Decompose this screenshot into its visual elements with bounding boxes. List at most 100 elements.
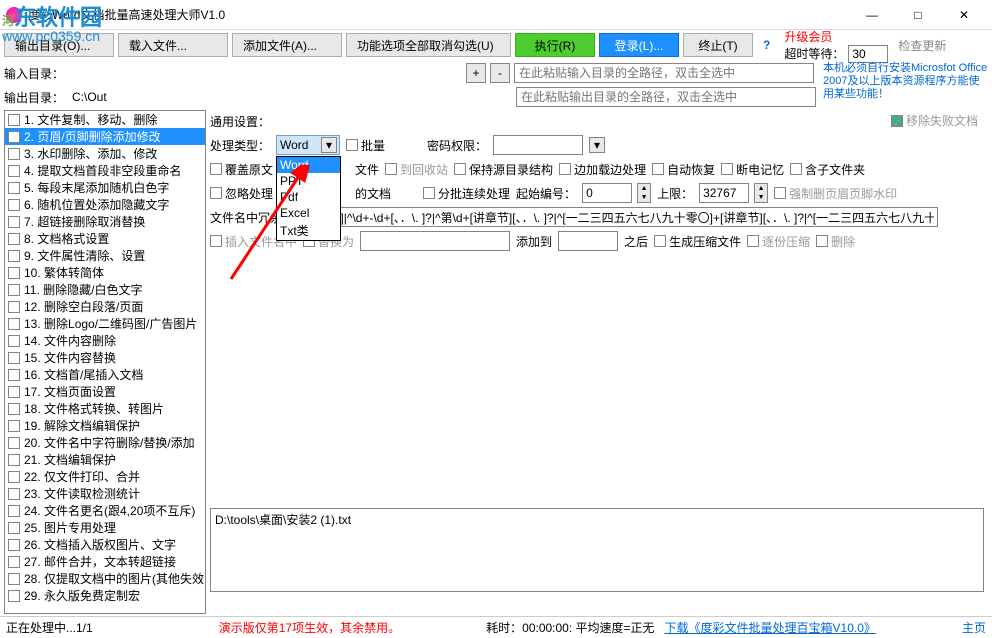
- sidebar-item-28[interactable]: 28. 仅提取文档中的图片(其他失效: [5, 570, 205, 587]
- home-link[interactable]: 主页: [962, 619, 986, 636]
- subfolder-checkbox[interactable]: 含子文件夹: [790, 161, 865, 178]
- close-button[interactable]: ✕: [942, 1, 986, 29]
- sidebar-item-1[interactable]: 1. 文件复制、移动、删除: [5, 111, 205, 128]
- load-file-button[interactable]: 载入文件...: [118, 33, 228, 57]
- checkbox-icon[interactable]: [8, 386, 20, 398]
- checkbox-icon[interactable]: [8, 284, 20, 296]
- checkbox-icon[interactable]: [8, 216, 20, 228]
- upper-spinner[interactable]: ▲▼: [754, 183, 768, 203]
- sidebar-item-18[interactable]: 18. 文件格式转换、转图片: [5, 400, 205, 417]
- chevron-down-icon[interactable]: ▾: [321, 137, 337, 153]
- gen-zip-checkbox[interactable]: 生成压缩文件: [654, 233, 741, 250]
- break-memory-checkbox[interactable]: 断电记忆: [721, 161, 784, 178]
- edge-process-checkbox[interactable]: 边加载边处理: [559, 161, 646, 178]
- checkbox-icon[interactable]: [8, 522, 20, 534]
- dropdown-item-word[interactable]: Word: [277, 157, 340, 173]
- checkbox-icon[interactable]: [8, 352, 20, 364]
- batch-checkbox[interactable]: 批量: [346, 137, 385, 154]
- sidebar-item-16[interactable]: 16. 文档首/尾插入文档: [5, 366, 205, 383]
- cancel-all-options-button[interactable]: 功能选项全部取消勾选(U): [346, 33, 511, 57]
- filename-pattern-input[interactable]: [288, 207, 938, 227]
- checkbox-icon[interactable]: [8, 114, 20, 126]
- add-dir-button[interactable]: +: [466, 63, 486, 83]
- sidebar-item-5[interactable]: 5. 每段末尾添加随机白色字: [5, 179, 205, 196]
- sidebar-item-22[interactable]: 22. 仅文件打印、合并: [5, 468, 205, 485]
- dropdown-item-excel[interactable]: Excel: [277, 205, 340, 221]
- checkbox-icon[interactable]: [8, 233, 20, 245]
- chevron-down-icon[interactable]: ▾: [589, 137, 605, 153]
- help-icon[interactable]: ?: [763, 38, 770, 52]
- checkbox-icon[interactable]: [8, 471, 20, 483]
- checkbox-icon[interactable]: [8, 131, 20, 143]
- checkbox-icon[interactable]: [8, 369, 20, 381]
- sidebar-item-25[interactable]: 25. 图片专用处理: [5, 519, 205, 536]
- password-perm-input[interactable]: [493, 135, 583, 155]
- dropdown-item-txt类[interactable]: Txt类: [277, 221, 340, 240]
- process-type-combo[interactable]: Word ▾ WordPPTPdfExcelTxt类: [276, 135, 340, 155]
- input-dir-paste[interactable]: [514, 63, 814, 83]
- check-update-link[interactable]: 检查更新: [898, 37, 946, 54]
- sidebar-item-15[interactable]: 15. 文件内容替换: [5, 349, 205, 366]
- minimize-button[interactable]: —: [850, 1, 894, 29]
- function-list[interactable]: 1. 文件复制、移动、删除2. 页眉/页脚删除添加修改3. 水印删除、添加、修改…: [4, 110, 206, 614]
- output-dir-paste[interactable]: [516, 87, 816, 107]
- checkbox-icon[interactable]: [8, 403, 20, 415]
- sidebar-item-13[interactable]: 13. 删除Logo/二维码图/广告图片: [5, 315, 205, 332]
- maximize-button[interactable]: □: [896, 1, 940, 29]
- overwrite-checkbox[interactable]: 覆盖原文: [210, 161, 273, 178]
- checkbox-icon[interactable]: [8, 199, 20, 211]
- sidebar-item-8[interactable]: 8. 文档格式设置: [5, 230, 205, 247]
- login-button[interactable]: 登录(L)...: [599, 33, 679, 57]
- file-list[interactable]: D:\tools\桌面\安装2 (1).txt: [210, 508, 984, 592]
- checkbox-icon[interactable]: [8, 454, 20, 466]
- split-process-checkbox[interactable]: 分批连续处理: [423, 185, 510, 202]
- checkbox-icon[interactable]: [8, 165, 20, 177]
- sidebar-item-26[interactable]: 26. 文档插入版权图片、文字: [5, 536, 205, 553]
- start-num-input[interactable]: [582, 183, 632, 203]
- upper-input[interactable]: [699, 183, 749, 203]
- checkbox-icon[interactable]: [8, 420, 20, 432]
- sidebar-item-21[interactable]: 21. 文档编辑保护: [5, 451, 205, 468]
- add-file-button[interactable]: 添加文件(A)...: [232, 33, 342, 57]
- add-to-input[interactable]: [558, 231, 618, 251]
- process-type-dropdown[interactable]: WordPPTPdfExcelTxt类: [276, 156, 341, 241]
- checkbox-icon[interactable]: [8, 182, 20, 194]
- sidebar-item-11[interactable]: 11. 删除隐藏/白色文字: [5, 281, 205, 298]
- checkbox-icon[interactable]: [8, 267, 20, 279]
- sidebar-item-23[interactable]: 23. 文件读取检测统计: [5, 485, 205, 502]
- dropdown-item-pdf[interactable]: Pdf: [277, 189, 340, 205]
- sidebar-item-2[interactable]: 2. 页眉/页脚删除添加修改: [5, 128, 205, 145]
- sidebar-item-17[interactable]: 17. 文档页面设置: [5, 383, 205, 400]
- checkbox-icon[interactable]: [8, 573, 20, 585]
- sidebar-item-6[interactable]: 6. 随机位置处添加隐藏文字: [5, 196, 205, 213]
- sidebar-item-4[interactable]: 4. 提取文档首段非空段重命名: [5, 162, 205, 179]
- remove-dir-button[interactable]: -: [490, 63, 510, 83]
- download-link[interactable]: 下载《度彩文件批量处理百宝箱V10.0》: [665, 619, 876, 636]
- checkbox-icon[interactable]: [8, 335, 20, 347]
- checkbox-icon[interactable]: [8, 556, 20, 568]
- start-num-spinner[interactable]: ▲▼: [637, 183, 651, 203]
- checkbox-icon[interactable]: [8, 437, 20, 449]
- sidebar-item-3[interactable]: 3. 水印删除、添加、修改: [5, 145, 205, 162]
- checkbox-icon[interactable]: [8, 250, 20, 262]
- dropdown-item-ppt[interactable]: PPT: [277, 173, 340, 189]
- stop-button[interactable]: 终止(T): [683, 33, 753, 57]
- output-dir-button[interactable]: 输出目录(O)...: [4, 33, 114, 57]
- sidebar-item-20[interactable]: 20. 文件名中字符删除/替换/添加: [5, 434, 205, 451]
- sidebar-item-7[interactable]: 7. 超链接删除取消替换: [5, 213, 205, 230]
- keep-structure-checkbox[interactable]: 保持源目录结构: [454, 161, 553, 178]
- upgrade-link[interactable]: 升级会员: [784, 28, 888, 45]
- auto-recover-checkbox[interactable]: 自动恢复: [652, 161, 715, 178]
- checkbox-icon[interactable]: [8, 590, 20, 602]
- checkbox-icon[interactable]: [8, 148, 20, 160]
- sidebar-item-9[interactable]: 9. 文件属性清除、设置: [5, 247, 205, 264]
- file-list-item[interactable]: D:\tools\桌面\安装2 (1).txt: [215, 511, 979, 528]
- sidebar-item-10[interactable]: 10. 繁体转简体: [5, 264, 205, 281]
- checkbox-icon[interactable]: [8, 488, 20, 500]
- timeout-input[interactable]: [848, 45, 888, 63]
- sidebar-item-14[interactable]: 14. 文件内容删除: [5, 332, 205, 349]
- checkbox-icon[interactable]: [8, 318, 20, 330]
- sidebar-item-27[interactable]: 27. 邮件合并，文本转超链接: [5, 553, 205, 570]
- ignore-process-checkbox[interactable]: 忽略处理: [210, 185, 273, 202]
- replace-input[interactable]: [360, 231, 510, 251]
